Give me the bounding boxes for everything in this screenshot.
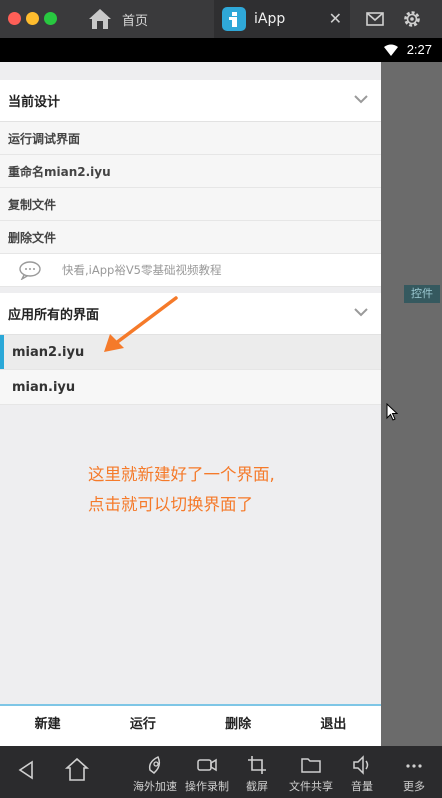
menu-item-label: 运行调试界面 xyxy=(8,131,81,146)
more-button[interactable]: 更多 xyxy=(400,746,428,798)
home-icon xyxy=(89,9,111,29)
back-button[interactable] xyxy=(12,746,40,798)
tab-iapp[interactable]: iApp ✕ xyxy=(214,0,350,38)
ui-file-item-mian[interactable]: mian.iyu xyxy=(0,370,381,405)
status-bar: 2:27 xyxy=(0,38,442,62)
close-tab-icon[interactable]: ✕ xyxy=(329,9,342,28)
more-dots-icon xyxy=(406,764,422,768)
crop-icon xyxy=(248,756,266,774)
section-all-ui-header[interactable]: 应用所有的界面 xyxy=(0,293,381,335)
chevron-down-icon[interactable] xyxy=(353,306,369,318)
status-time: 2:27 xyxy=(406,42,432,57)
section-current-design-header[interactable]: 当前设计 xyxy=(0,80,381,122)
folder-icon xyxy=(301,758,321,773)
chevron-down-icon[interactable] xyxy=(353,93,369,105)
close-window-button[interactable] xyxy=(8,12,21,25)
nav-label: 操作录制 xyxy=(185,780,229,793)
speaker-icon xyxy=(353,755,369,775)
maximize-window-button[interactable] xyxy=(44,12,57,25)
menu-item-label: 删除文件 xyxy=(8,230,57,245)
nav-label: 音量 xyxy=(351,780,373,793)
run-button[interactable]: 运行 xyxy=(95,706,190,746)
annotation-text: 这里就新建好了一个界面, 点击就可以切换界面了 xyxy=(88,460,348,520)
wifi-icon xyxy=(384,44,398,56)
minimize-window-button[interactable] xyxy=(26,12,39,25)
record-actions-button[interactable]: 操作录制 xyxy=(182,746,232,798)
tab-home-label: 首页 xyxy=(122,13,149,29)
nav-label: 截屏 xyxy=(246,780,268,793)
new-button[interactable]: 新建 xyxy=(0,706,95,746)
tutorial-tip-row[interactable]: 快看,iApp裕V5零基础视频教程 xyxy=(0,254,381,287)
home-nav-icon xyxy=(64,757,90,781)
gear-icon[interactable] xyxy=(401,8,423,30)
menu-item-label: 重命名mian2.iyu xyxy=(8,164,111,179)
section-current-design-title: 当前设计 xyxy=(8,95,61,110)
menu-rename-file[interactable]: 重命名mian2.iyu xyxy=(0,155,381,188)
iapp-icon xyxy=(222,7,246,31)
drawer-top-spacer xyxy=(0,62,381,80)
screenshot-button[interactable]: 截屏 xyxy=(244,746,270,798)
ui-file-item-mian2[interactable]: mian2.iyu xyxy=(0,335,381,370)
ui-file-label: mian2.iyu xyxy=(12,344,85,360)
menu-item-label: 复制文件 xyxy=(8,197,57,212)
mouse-cursor-icon xyxy=(386,403,398,421)
menu-copy-file[interactable]: 复制文件 xyxy=(0,188,381,221)
video-camera-icon xyxy=(197,758,217,772)
section-all-ui-title: 应用所有的界面 xyxy=(8,308,100,323)
chat-bubble-icon xyxy=(19,261,41,280)
tab-home[interactable]: 首页 xyxy=(74,0,212,38)
ui-file-label: mian.iyu xyxy=(12,379,76,395)
side-drawer: 当前设计 运行调试界面 重命名mian2.iyu 复制文件 删除文件 快看,iA… xyxy=(0,62,381,746)
volume-button[interactable]: 音量 xyxy=(348,746,376,798)
annotation-line-1: 这里就新建好了一个界面, xyxy=(88,465,275,484)
nav-label: 更多 xyxy=(403,780,425,793)
menu-run-debug-ui[interactable]: 运行调试界面 xyxy=(0,122,381,155)
file-share-button[interactable]: 文件共享 xyxy=(286,746,336,798)
annotation-line-2: 点击就可以切换界面了 xyxy=(88,495,253,514)
emulator-nav-bar: 海外加速 操作录制 截屏 文件共享 音量 更多 xyxy=(0,746,442,798)
back-icon xyxy=(18,760,33,780)
home-button[interactable] xyxy=(62,746,92,798)
nav-label: 文件共享 xyxy=(289,780,333,793)
mail-icon[interactable] xyxy=(364,8,386,30)
nav-label: 海外加速 xyxy=(133,780,177,793)
bottom-action-bar: 新建 运行 删除 退出 xyxy=(0,704,381,746)
menu-delete-file[interactable]: 删除文件 xyxy=(0,221,381,254)
control-tag[interactable]: 控件 xyxy=(404,285,440,303)
window-tab-bar: 首页 iApp ✕ xyxy=(0,0,442,38)
tutorial-tip-text: 快看,iApp裕V5零基础视频教程 xyxy=(62,263,222,277)
rocket-icon xyxy=(148,755,161,774)
delete-button[interactable]: 删除 xyxy=(191,706,286,746)
exit-button[interactable]: 退出 xyxy=(286,706,381,746)
tab-iapp-label: iApp xyxy=(254,11,286,27)
annotation-arrow-icon xyxy=(104,296,178,352)
overseas-boost-button[interactable]: 海外加速 xyxy=(130,746,180,798)
